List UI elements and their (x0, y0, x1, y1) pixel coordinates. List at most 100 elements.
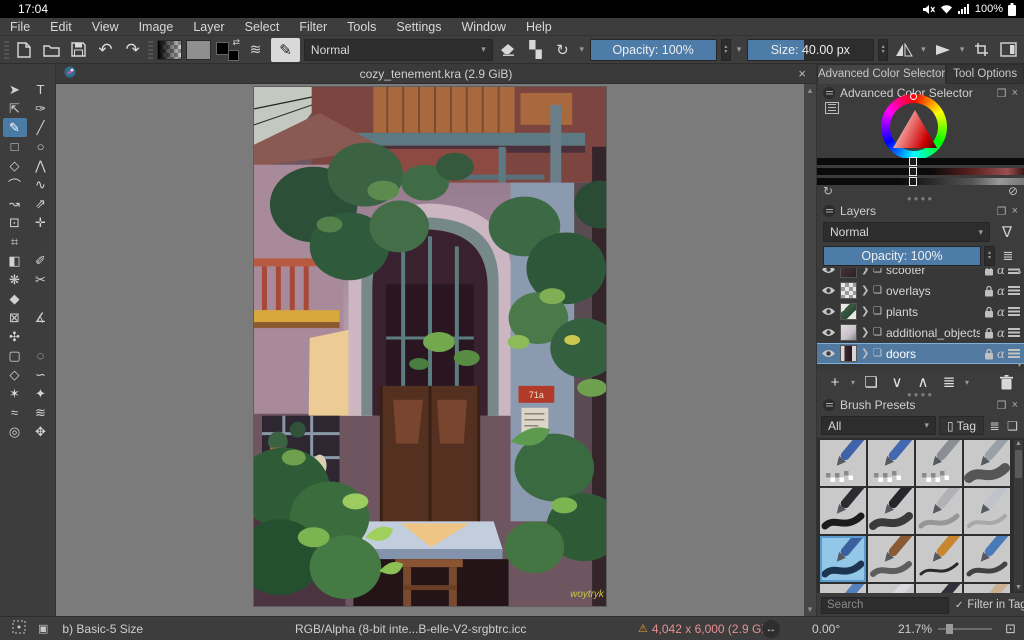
chevron-down-icon[interactable]: ▾ (735, 44, 743, 55)
scroll-down-icon[interactable]: ▼ (1015, 584, 1022, 591)
zoom-options-button[interactable]: ⊡ (1005, 621, 1016, 637)
alpha-icon[interactable]: α (997, 305, 1005, 319)
size-slider[interactable]: Size: 40.00 px (746, 38, 874, 61)
menu-help[interactable]: Help (516, 19, 562, 35)
freehand-select-tool[interactable]: ∽ (29, 365, 53, 384)
layer-row-overlays[interactable]: ❯ ❏ overlays α (817, 280, 1024, 301)
pattern-chooser[interactable] (185, 39, 212, 60)
scroll-up-icon[interactable]: ▲ (806, 86, 814, 95)
visibility-icon[interactable] (821, 268, 836, 275)
workspace-chooser-icon[interactable]: ≋ (244, 39, 267, 61)
menu-view[interactable]: View (82, 19, 129, 35)
canvas-viewport[interactable]: 71a woytryk (56, 84, 804, 616)
dynamic-brush-tool[interactable]: ↝ (3, 194, 27, 213)
alpha-icon[interactable]: α (997, 347, 1005, 361)
brush-grid-scrollbar[interactable]: ▲ ▼ (1014, 440, 1023, 591)
toolbar-drag-handle[interactable] (4, 40, 9, 59)
docker-menu-icon[interactable] (823, 399, 835, 411)
move-layer-down-button[interactable]: ∨ (885, 373, 909, 391)
polygon-tool[interactable]: ◇ (3, 156, 27, 175)
polyline-tool[interactable]: ⋀ (29, 156, 53, 175)
layer-thumbnail[interactable] (840, 268, 857, 278)
zoom-slider[interactable] (938, 624, 992, 634)
scroll-up-icon[interactable]: ▲ (1015, 440, 1022, 447)
tab-tool-options[interactable]: Tool Options (946, 64, 1024, 84)
expand-icon[interactable]: ❯ (861, 285, 869, 296)
menu-window[interactable]: Window (452, 19, 516, 35)
mirror-vertical-button[interactable] (931, 39, 954, 61)
layer-thumbnail[interactable] (840, 282, 857, 299)
chevron-down-icon[interactable]: ▾ (578, 44, 586, 55)
layer-list-scrollbar[interactable]: ▲ ▼ (1015, 268, 1024, 369)
brush-preset-paint-brush[interactable] (820, 536, 866, 582)
brush-preset-round-brush[interactable] (868, 536, 914, 582)
scroll-down-icon[interactable]: ▼ (806, 605, 814, 614)
layer-name[interactable]: doors (886, 347, 980, 361)
menu-image[interactable]: Image (129, 19, 184, 35)
layer-thumbnail[interactable] (840, 345, 857, 362)
layer-row-plants[interactable]: ❯ ❏ plants α (817, 301, 1024, 322)
contiguous-select-tool[interactable]: ✦ (29, 384, 53, 403)
delete-layer-button[interactable] (994, 374, 1018, 390)
swap-colors-icon[interactable]: ⇄ (232, 37, 240, 48)
redo-button[interactable]: ↷ (121, 39, 144, 61)
brush-preset-marker[interactable] (868, 488, 914, 534)
eraser-mode-button[interactable] (497, 39, 520, 61)
layer-thumbnail[interactable] (840, 303, 857, 320)
brush-preset-partial-1[interactable] (820, 584, 866, 593)
open-document-button[interactable] (40, 39, 63, 61)
layer-blending-mode-dropdown[interactable]: Normal ▾ (823, 222, 990, 242)
select-shapes-tool[interactable]: ➤ (3, 80, 27, 99)
duplicate-layer-button[interactable]: ❏ (859, 373, 883, 391)
wrap-around-mode-button[interactable] (970, 39, 993, 61)
alpha-icon[interactable]: α (997, 284, 1005, 298)
layer-thumbnail[interactable] (840, 324, 857, 341)
canvas-angle-value[interactable]: 0.00° (812, 622, 840, 636)
calligraphy-tool[interactable]: ✑ (29, 99, 53, 118)
gradient-chooser[interactable] (156, 39, 182, 60)
magnetic-select-tool[interactable]: ≋ (29, 403, 53, 422)
foreground-background-colors[interactable]: ⇄ (215, 37, 240, 61)
brush-preset-partial-4[interactable] (964, 584, 1010, 593)
undo-button[interactable]: ↶ (94, 39, 117, 61)
layer-name[interactable]: additional_objects (886, 326, 980, 340)
brush-preset-detail-brush[interactable] (916, 536, 962, 582)
brush-preset-eraser-round[interactable] (868, 440, 914, 486)
enclose-fill-tool[interactable]: ⊠ (3, 308, 27, 327)
pattern-edit-tool[interactable]: ❋ (3, 270, 27, 289)
current-brush-name[interactable]: b) Basic-5 Size (62, 622, 143, 636)
preserve-alpha-button[interactable]: ▚ (524, 39, 547, 61)
size-spinner[interactable]: ▴ ▾ (877, 38, 889, 61)
tab-advanced-color-selector[interactable]: Advanced Color Selector (817, 64, 947, 84)
canvas-vertical-scrollbar[interactable]: ▲ ▼ (804, 84, 816, 616)
reload-preset-button[interactable]: ↻ (551, 39, 574, 61)
zoom-slider-handle[interactable] (946, 624, 953, 634)
bezier-select-tool[interactable]: ≈ (3, 403, 27, 422)
expand-icon[interactable]: ❯ (861, 268, 869, 275)
rect-select-tool[interactable]: ▢ (3, 346, 27, 365)
chevron-down-icon[interactable]: ▾ (963, 378, 971, 387)
docker-menu-icon[interactable] (823, 87, 835, 99)
opacity-slider[interactable]: Opacity: 100% (589, 38, 717, 61)
transform-tool[interactable]: ⊡ (3, 213, 27, 232)
edit-brush-settings-button[interactable]: ✎ (271, 37, 300, 62)
brush-tag-filter-dropdown[interactable]: All ▾ (821, 416, 937, 435)
layer-row-additional_objects[interactable]: ❯ ❏ additional_objects α (817, 322, 1024, 343)
brush-preset-airbrush[interactable] (964, 440, 1010, 486)
blending-mode-dropdown[interactable]: Normal ▾ (303, 38, 493, 61)
chevron-down-icon[interactable]: ▾ (958, 44, 966, 55)
freehand-path-tool[interactable]: ∿ (29, 175, 53, 194)
gradient-tool[interactable]: ◧ (3, 251, 27, 270)
layer-name[interactable]: overlays (886, 284, 980, 298)
multibrush-tool[interactable]: ⇗ (29, 194, 53, 213)
close-icon[interactable]: × (798, 66, 806, 81)
layer-name[interactable]: scooter (886, 268, 980, 277)
brush-preset-blue-pencil[interactable] (964, 536, 1010, 582)
document-tab-title[interactable]: cozy_tenement.kra (2.9 GiB) (56, 67, 816, 81)
measure-tool[interactable]: ∡ (29, 308, 53, 327)
assistants-tool[interactable]: ✣ (3, 327, 27, 346)
image-info-icon[interactable]: ▣ (38, 622, 48, 635)
rectangle-tool[interactable]: □ (3, 137, 27, 156)
mirror-horizontal-button[interactable] (892, 39, 915, 61)
opacity-spinner[interactable]: ▴ ▾ (720, 38, 732, 61)
